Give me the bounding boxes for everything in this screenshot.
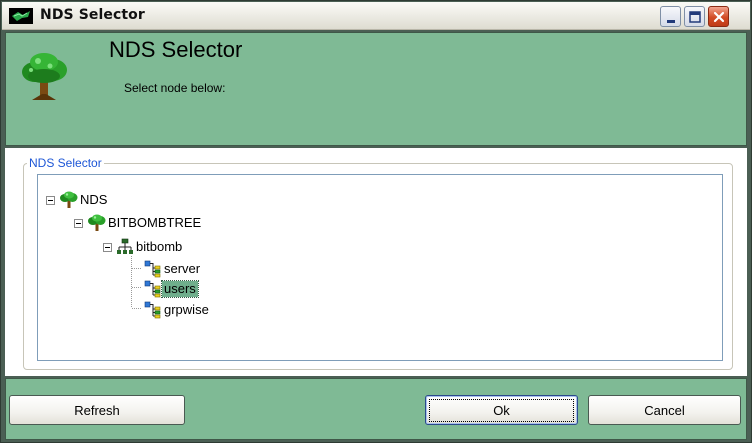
close-icon [713, 11, 725, 23]
maximize-button[interactable] [684, 6, 705, 27]
tree-node-users[interactable]: users [144, 280, 199, 298]
refresh-button-label: Refresh [74, 402, 120, 418]
org-container-icon [144, 301, 161, 319]
tree-node-grpwise[interactable]: grpwise [144, 301, 211, 319]
tree-connector-lines [131, 256, 142, 309]
tree-icon [60, 191, 78, 208]
org-container-icon [144, 280, 161, 298]
ok-button-label: Ok [429, 398, 574, 422]
nds-selector-group: NDS BITBOMBTREE bitbomb server users grp… [23, 163, 733, 370]
maximize-icon [689, 11, 701, 23]
tree-node-label: bitbomb [136, 239, 183, 254]
tree-node-label: server [164, 261, 201, 276]
collapse-toggle-bitbombtree[interactable] [74, 219, 83, 228]
cancel-button[interactable]: Cancel [588, 395, 741, 425]
group-legend: NDS Selector [27, 156, 104, 170]
org-unit-icon [117, 238, 133, 254]
tree-node-bitbombtree[interactable]: BITBOMBTREE [88, 214, 203, 232]
title-bar[interactable]: NDS Selector [2, 2, 750, 30]
tree-icon [88, 214, 106, 231]
collapse-toggle-nds[interactable] [46, 196, 55, 205]
ok-button[interactable]: Ok [425, 395, 578, 425]
minimize-button[interactable] [660, 6, 681, 27]
button-bar: Refresh Ok Cancel [5, 378, 747, 440]
window-title: NDS Selector [40, 7, 145, 23]
close-button[interactable] [708, 6, 729, 27]
header-title: NDS Selector [109, 37, 243, 62]
tree-node-bitbomb[interactable]: bitbomb [116, 238, 184, 256]
tree-node-nds[interactable]: NDS [60, 191, 109, 209]
tree-node-label: grpwise [164, 302, 209, 317]
header-panel: NDS Selector Select node below: [5, 32, 747, 146]
collapse-toggle-bitbomb[interactable] [103, 243, 112, 252]
tree-node-server[interactable]: server [144, 260, 202, 278]
tree-node-label: BITBOMBTREE [108, 215, 202, 230]
org-container-icon [144, 260, 161, 278]
nds-tree-view[interactable]: NDS BITBOMBTREE bitbomb server users grp… [37, 174, 723, 361]
tree-node-label: NDS [80, 192, 108, 207]
cancel-button-label: Cancel [644, 402, 685, 418]
app-icon [9, 8, 33, 24]
header-subtitle: Select node below: [124, 81, 226, 95]
refresh-button[interactable]: Refresh [9, 395, 185, 425]
tree-node-label-selected: users [161, 280, 199, 298]
content-panel: NDS BITBOMBTREE bitbomb server users grp… [5, 148, 747, 376]
nds-selector-window: NDS Selector NDS Selector Select node be… [0, 0, 752, 443]
tree-icon [22, 53, 67, 100]
minimize-icon [667, 20, 675, 23]
